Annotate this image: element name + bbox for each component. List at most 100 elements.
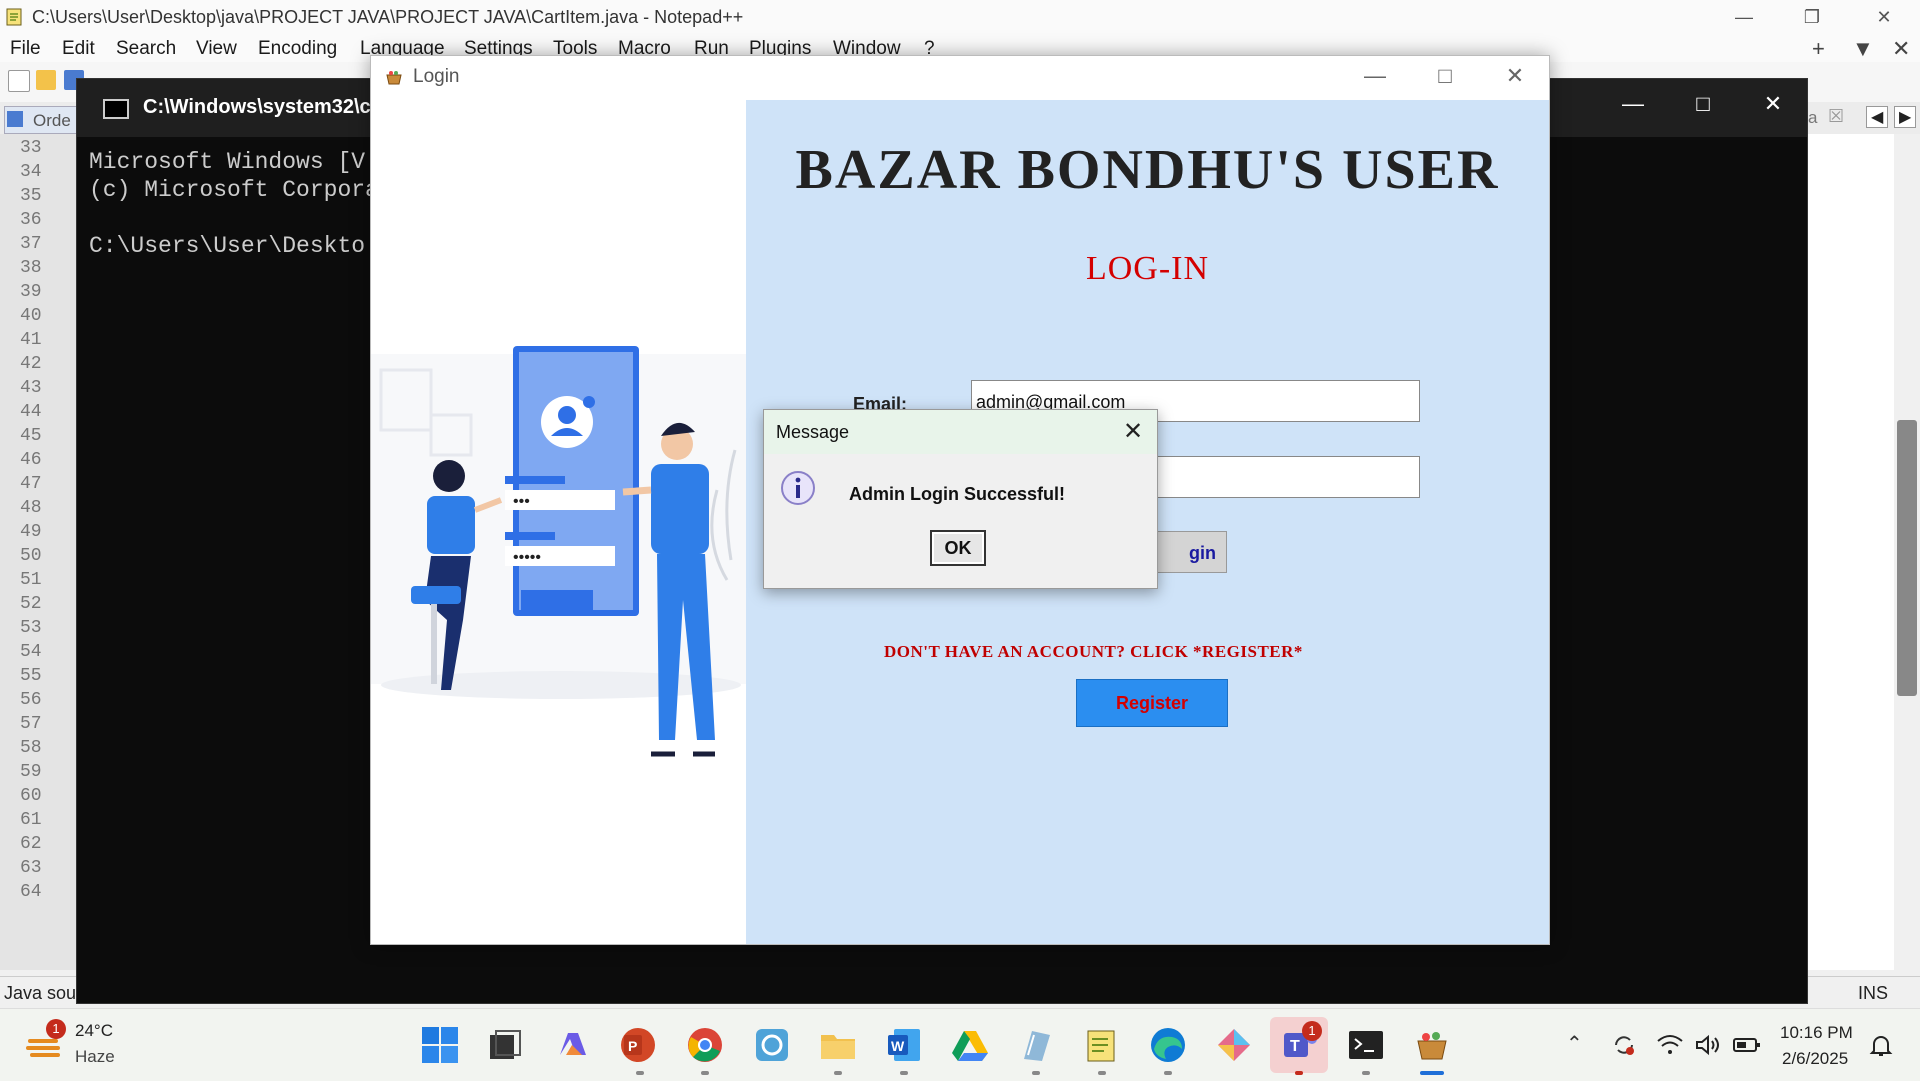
scroll-thumb[interactable] [1897, 420, 1917, 696]
line-number: 43 [20, 378, 42, 398]
diamond-app-icon[interactable] [1214, 1025, 1254, 1065]
menu-file[interactable]: File [10, 38, 41, 60]
message-text: Admin Login Successful! [849, 484, 1066, 504]
clock-time[interactable]: 10:16 PM [1780, 1023, 1853, 1043]
weather-temperature[interactable]: 24°C [75, 1021, 113, 1041]
java-app-basket-icon[interactable] [1412, 1025, 1452, 1065]
google-drive-icon[interactable] [950, 1025, 990, 1065]
line-number: 59 [20, 762, 42, 782]
cmd-title-text: C:\Windows\system32\c [143, 96, 371, 118]
npp-restore-button[interactable]: ❐ [1784, 0, 1840, 34]
line-number: 56 [20, 690, 42, 710]
windows-start-icon[interactable] [420, 1025, 460, 1065]
cmd-minimize-button[interactable]: — [1613, 91, 1653, 117]
register-button[interactable]: Register [1076, 679, 1228, 727]
npp-minimize-button[interactable]: — [1716, 0, 1772, 34]
taskbar-indicator [834, 1071, 842, 1075]
file-explorer-icon[interactable] [818, 1025, 858, 1065]
notepad-icon [6, 8, 22, 26]
notification-bell-icon[interactable] [1868, 1033, 1894, 1059]
tab-label: Orde [33, 111, 71, 130]
menu-search[interactable]: Search [116, 38, 176, 60]
taskbar-indicator [636, 1071, 644, 1075]
cmd-close-button[interactable]: ✕ [1753, 91, 1793, 117]
tab-order[interactable]: Orde [4, 106, 78, 134]
line-number: 63 [20, 858, 42, 878]
login-button[interactable]: gin [1147, 531, 1227, 573]
register-prompt[interactable]: DON'T HAVE AN ACCOUNT? CLICK *REGISTER* [884, 642, 1303, 662]
message-dialog: Message ✕ Admin Login Successful! OK [763, 409, 1158, 589]
svg-text:T: T [1290, 1038, 1300, 1055]
login-heading: LOG-IN [1085, 250, 1210, 287]
powerpoint-icon[interactable]: P [618, 1025, 658, 1065]
chrome-icon[interactable] [685, 1025, 725, 1065]
line-number: 51 [20, 570, 42, 590]
tab-close-icon[interactable]: ☒ [1828, 106, 1844, 127]
cmd-maximize-button[interactable]: □ [1683, 91, 1723, 117]
brand-title: BAZAR BONDHU'S USER [795, 139, 1500, 201]
taskbar-indicator [900, 1071, 908, 1075]
copilot-icon[interactable] [552, 1025, 592, 1065]
line-number: 55 [20, 666, 42, 686]
login-title-text: Login [413, 66, 460, 87]
npp-title-text: C:\Users\User\Desktop\java\PROJECT JAVA\… [32, 7, 744, 27]
clock-date[interactable]: 2/6/2025 [1782, 1049, 1848, 1069]
line-number: 57 [20, 714, 42, 734]
ok-button[interactable]: OK [930, 530, 986, 566]
word-icon[interactable]: W [884, 1025, 924, 1065]
menu-edit[interactable]: Edit [62, 38, 95, 60]
tab-list-chevron-icon[interactable]: ▼ [1852, 36, 1874, 62]
battery-icon[interactable] [1732, 1035, 1762, 1055]
new-tab-plus-icon[interactable]: + [1812, 36, 1825, 62]
task-view-icon[interactable] [484, 1025, 524, 1065]
line-number: 52 [20, 594, 42, 614]
message-title: Message [776, 422, 850, 442]
open-file-icon[interactable] [36, 70, 56, 90]
npp-title-bar: C:\Users\User\Desktop\java\PROJECT JAVA\… [0, 0, 1920, 35]
tab-scroll-right-icon[interactable]: ▶ [1894, 106, 1917, 128]
cmd-line: Microsoft Windows [V [89, 149, 366, 175]
notes-app-icon[interactable] [1016, 1025, 1056, 1065]
terminal-icon[interactable] [1346, 1025, 1386, 1065]
notepad-plus-plus-icon[interactable] [1082, 1025, 1122, 1065]
teams-badge: 1 [1302, 1021, 1322, 1041]
cmd-line: (c) Microsoft Corpora [89, 177, 379, 203]
line-number: 33 [20, 138, 42, 158]
line-number-gutter: 33 34 35 36 37 38 39 40 41 42 43 44 45 46 47 48 49 50 51 52… [0, 134, 77, 970]
svg-text:•••••: ••••• [513, 549, 541, 566]
line-number: 48 [20, 498, 42, 518]
line-number: 50 [20, 546, 42, 566]
login-title-bar: Login — □ ✕ [371, 56, 1549, 100]
login-maximize-button[interactable]: □ [1425, 63, 1465, 89]
taskbar: 1 24°C Haze P W T 1 ⌃ 10:16 PM 2/6/2025 [0, 1008, 1920, 1081]
basket-icon [386, 71, 402, 85]
line-number: 44 [20, 402, 42, 422]
feedback-hub-icon[interactable] [752, 1025, 792, 1065]
line-number: 39 [20, 282, 42, 302]
npp-close-button[interactable]: ✕ [1856, 0, 1912, 34]
taskbar-indicator [1295, 1071, 1303, 1075]
line-number: 64 [20, 882, 42, 902]
npp-vertical-scrollbar[interactable] [1894, 134, 1920, 970]
sync-icon[interactable] [1610, 1031, 1638, 1059]
login-close-button[interactable]: ✕ [1495, 63, 1535, 89]
login-minimize-button[interactable]: — [1355, 63, 1395, 89]
svg-text:P: P [628, 1038, 637, 1054]
line-number: 35 [20, 186, 42, 206]
show-hidden-icons-chevron-icon[interactable]: ⌃ [1566, 1031, 1583, 1056]
edge-icon[interactable] [1148, 1025, 1188, 1065]
weather-condition[interactable]: Haze [75, 1047, 115, 1067]
line-number: 45 [20, 426, 42, 446]
menu-encoding[interactable]: Encoding [258, 38, 337, 60]
menu-view[interactable]: View [196, 38, 237, 60]
line-number: 46 [20, 450, 42, 470]
wifi-icon[interactable] [1656, 1033, 1684, 1057]
message-close-button[interactable]: ✕ [1117, 416, 1149, 448]
close-doc-icon[interactable]: ✕ [1892, 36, 1910, 62]
taskbar-indicator [701, 1071, 709, 1075]
line-number: 62 [20, 834, 42, 854]
volume-icon[interactable] [1694, 1033, 1722, 1057]
status-language: Java sour [4, 983, 83, 1003]
tab-scroll-left-icon[interactable]: ◀ [1866, 106, 1889, 128]
new-file-icon[interactable] [8, 70, 30, 92]
